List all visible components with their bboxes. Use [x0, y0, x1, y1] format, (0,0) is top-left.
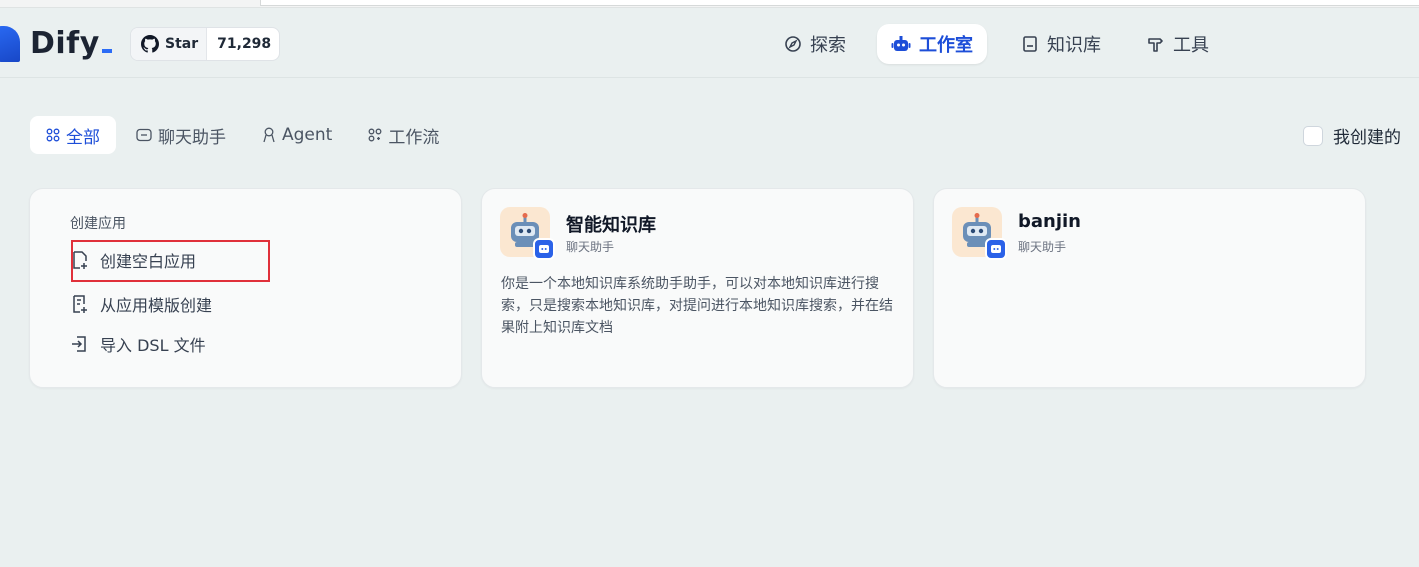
filter-agent-label: Agent: [282, 125, 333, 145]
app-type: 聊天助手: [1018, 240, 1067, 254]
agent-icon: [263, 127, 275, 143]
app-description: 你是一个本地知识库系统助手助手，可以对本地知识库进行搜索，只是搜索本地知识库，对…: [501, 276, 893, 336]
nav-explore-label: 探索: [810, 35, 846, 56]
import-dsl-button[interactable]: 导入 DSL 文件: [70, 329, 206, 359]
workflow-icon: [368, 128, 382, 142]
create-app-title: 创建应用: [70, 216, 126, 232]
github-star-button[interactable]: Star 71,298: [130, 27, 280, 61]
nav-tools-label: 工具: [1173, 35, 1209, 56]
grid-icon: [46, 128, 60, 142]
nav-tools[interactable]: 工具: [1133, 24, 1223, 64]
template-icon: [73, 295, 87, 313]
import-dsl-label: 导入 DSL 文件: [100, 336, 206, 355]
app-type: 聊天助手: [566, 240, 615, 254]
create-from-template-label: 从应用模版创建: [100, 296, 213, 315]
dify-logo-icon: [0, 26, 20, 62]
import-icon: [72, 336, 86, 352]
created-by-me-checkbox[interactable]: [1303, 125, 1323, 146]
filter-workflow[interactable]: 工作流: [352, 116, 455, 154]
nav-knowledge-label: 知识库: [1047, 35, 1101, 56]
book-icon: [1023, 36, 1037, 52]
compass-icon: [785, 36, 801, 52]
app-name: banjin: [1018, 211, 1081, 232]
create-app-card: 创建应用 创建空白应用 从应用模版创建 导入 DSL 文件: [29, 188, 462, 388]
app-card-knowledge[interactable]: 智能知识库 聊天助手 你是一个本地知识库系统助手助手，可以对本地知识库进行搜索，…: [481, 188, 914, 388]
chat-icon: [136, 128, 152, 142]
nav-knowledge[interactable]: 知识库: [1007, 24, 1115, 64]
github-star-label-area: Star: [131, 28, 208, 60]
hammer-icon: [1148, 38, 1163, 52]
filter-all-label: 全部: [66, 127, 100, 148]
github-icon: [141, 35, 159, 53]
filter-all[interactable]: 全部: [30, 116, 116, 154]
chat-type-badge-icon: [533, 238, 555, 260]
app-type-filters: 全部 聊天助手 Agent 工作流: [30, 115, 455, 155]
robot-icon: [891, 36, 911, 51]
filter-chat-label: 聊天助手: [158, 127, 226, 148]
filter-chat[interactable]: 聊天助手: [120, 116, 242, 154]
nav-studio-label: 工作室: [919, 35, 973, 56]
address-bar-edge: [260, 0, 1419, 6]
filter-workflow-label: 工作流: [388, 127, 440, 148]
created-by-me-label: 我创建的: [1333, 128, 1401, 148]
filter-agent[interactable]: Agent: [246, 116, 348, 154]
logo-cursor: [101, 49, 112, 53]
chat-type-badge-icon: [985, 238, 1007, 260]
highlight-box: [71, 240, 270, 282]
dify-logo[interactable]: Dify: [30, 26, 112, 61]
app-name: 智能知识库: [566, 215, 656, 236]
star-count: 71,298: [217, 36, 272, 52]
app-card-banjin[interactable]: banjin 聊天助手: [933, 188, 1366, 388]
app-header: Dify Star 71,298 探索 工作室 知识库 工具: [0, 8, 1419, 78]
create-from-template-button[interactable]: 从应用模版创建: [70, 289, 212, 319]
created-by-me-toggle[interactable]: 我创建的: [1303, 123, 1401, 148]
nav-studio[interactable]: 工作室: [877, 24, 987, 64]
nav-explore[interactable]: 探索: [770, 24, 860, 64]
star-label: Star: [165, 36, 199, 52]
browser-top-strip: [0, 0, 1419, 8]
logo-text: Dify: [30, 26, 100, 61]
